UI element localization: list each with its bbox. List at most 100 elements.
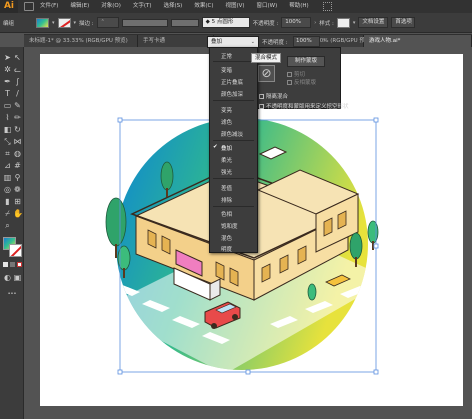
menu-window[interactable]: 窗口(W)	[251, 0, 284, 13]
mesh-icon[interactable]: #	[13, 161, 22, 170]
menu-object[interactable]: 对象(O)	[95, 0, 127, 13]
chevron-down-icon: ⌄	[250, 39, 255, 45]
scale-icon[interactable]: ⤡	[3, 137, 12, 146]
blend-option-luminosity[interactable]: 明度	[221, 245, 232, 253]
preferences-button[interactable]: 首选项	[391, 17, 416, 28]
chevron-down-icon[interactable]: ▾	[74, 20, 77, 26]
menu-effect[interactable]: 效果(C)	[188, 0, 219, 13]
blend-option-color-burn[interactable]: 颜色加深	[221, 90, 243, 98]
width-icon[interactable]: ⋈	[13, 137, 22, 146]
eyedropper-icon[interactable]: ⚲	[13, 173, 22, 182]
paintbrush-icon[interactable]: ✎	[13, 101, 22, 110]
lasso-icon[interactable]: ᓚ	[13, 65, 22, 74]
magic-wand-icon[interactable]: ✲	[3, 65, 12, 74]
isolate-blending-checkbox[interactable]: 隔离混合	[259, 92, 288, 100]
illustrator-window: Ai 文件(F) 编辑(E) 对象(O) 文字(T) 选择(S) 效果(C) 视…	[0, 0, 472, 419]
menu-bar: Ai 文件(F) 编辑(E) 对象(O) 文字(T) 选择(S) 效果(C) 视…	[0, 0, 472, 13]
color-mode-swatch[interactable]	[3, 262, 8, 267]
pen-icon[interactable]: ✒	[3, 77, 12, 86]
gradient-icon[interactable]: ▥	[3, 173, 12, 182]
tab-untitled-1[interactable]: 未标题-1* @ 33.33% (RGB/GPU 预览)	[24, 35, 138, 47]
blend-option-hue[interactable]: 色相	[221, 210, 232, 218]
none-mode-swatch[interactable]	[17, 262, 22, 267]
chevron-down-icon[interactable]: ▾	[353, 20, 356, 26]
shaper-icon[interactable]: ⌇	[3, 113, 12, 122]
direct-selection-icon[interactable]: ↖	[13, 53, 22, 62]
app-logo: Ai	[0, 0, 18, 13]
stroke-weight-field[interactable]: ⌃	[96, 17, 119, 28]
curvature-icon[interactable]: ∫	[13, 77, 22, 86]
stroke-swatch[interactable]	[57, 17, 71, 28]
document-setup-button[interactable]: 文档设置	[358, 17, 389, 28]
graph-icon[interactable]: ▮	[3, 197, 12, 206]
tab-handwritten-cartoon[interactable]: 手写卡通	[138, 35, 214, 47]
blend-option-multiply[interactable]: 正片叠底	[221, 78, 243, 86]
arrange-documents-icon[interactable]	[322, 2, 332, 11]
brush-definition-dropdown[interactable]	[170, 18, 199, 27]
workspace-icon[interactable]	[24, 2, 34, 11]
menu-edit[interactable]: 编辑(E)	[64, 0, 95, 13]
menu-select[interactable]: 选择(S)	[158, 0, 189, 13]
pencil-icon[interactable]: ✏	[13, 113, 22, 122]
blend-option-soft-light[interactable]: 柔光	[221, 156, 232, 164]
opacity-arrow-icon[interactable]: ›	[323, 37, 325, 44]
opacity-field-top[interactable]: 100%	[281, 17, 312, 28]
tools-panel: ➤ ↖ ✲ ᓚ ✒ ∫ T / ▭ ✎ ⌇ ✏ ◧ ↻ ⤡ ⋈ ⌗ ◍ ⊿ # …	[0, 47, 24, 419]
opacity-mask-knockout-checkbox[interactable]: 不透明度和蒙版用来定义挖空形状	[259, 102, 349, 110]
tab-game-character[interactable]: 游戏人物.ai*	[364, 35, 472, 47]
screen-mode-icon[interactable]: ▣	[13, 273, 22, 282]
clip-checkbox[interactable]: 剪切	[287, 70, 305, 78]
opacity-field[interactable]: 100%	[293, 36, 320, 47]
blend-option-exclusion[interactable]: 排除	[221, 196, 232, 204]
free-transform-icon[interactable]: ⌗	[3, 149, 12, 158]
menu-type[interactable]: 文字(T)	[127, 0, 158, 13]
opacity-arrow-icon[interactable]: ›	[314, 20, 316, 26]
line-icon[interactable]: /	[13, 89, 22, 98]
opacity-label: 不透明度 :	[262, 40, 288, 46]
slice-icon[interactable]: ⌿	[3, 209, 12, 218]
hand-icon[interactable]: ✋	[13, 209, 23, 218]
stroke-label: 描边 :	[79, 20, 94, 27]
chevron-down-icon[interactable]: ▾	[52, 20, 55, 26]
blend-option-normal[interactable]: 正常	[221, 52, 232, 60]
blend-icon[interactable]: ◎	[3, 185, 12, 194]
blend-option-color[interactable]: 混色	[221, 234, 232, 242]
blend-option-lighten[interactable]: 变亮	[221, 106, 232, 114]
stroke-color-box[interactable]	[9, 244, 22, 257]
graphic-style-swatch[interactable]	[336, 17, 350, 28]
blend-mode-value: 叠加	[211, 39, 223, 45]
blend-option-color-dodge[interactable]: 颜色减淡	[221, 130, 243, 138]
symbol-sprayer-icon[interactable]: ❁	[13, 185, 22, 194]
artboard-icon[interactable]: ⊞	[13, 197, 22, 206]
variable-width-profile[interactable]	[121, 18, 168, 27]
blend-option-overlay[interactable]: 叠加	[221, 144, 232, 152]
no-mask-icon: ⊘	[258, 65, 275, 82]
menu-file[interactable]: 文件(F)	[34, 0, 64, 13]
draw-mode-icon[interactable]: ◐	[3, 273, 12, 282]
invert-mask-checkbox[interactable]: 反相蒙版	[287, 78, 316, 86]
checkmark-icon: ✔	[213, 144, 218, 150]
perspective-icon[interactable]: ⊿	[3, 161, 12, 170]
rectangle-icon[interactable]: ▭	[3, 101, 12, 110]
menu-view[interactable]: 视图(V)	[219, 0, 250, 13]
gradient-mode-swatch[interactable]	[10, 262, 15, 267]
make-mask-button[interactable]: 制作蒙版	[287, 56, 325, 67]
more-tools-icon[interactable]: •••	[5, 290, 19, 299]
eraser-icon[interactable]: ◧	[3, 125, 12, 134]
menu-help[interactable]: 帮助(H)	[283, 0, 314, 13]
selection-arrow-icon[interactable]: ➤	[3, 53, 12, 62]
blend-option-screen[interactable]: 滤色	[221, 118, 232, 126]
blend-option-saturation[interactable]: 饱和度	[221, 222, 238, 230]
selection-type-label: 编组	[3, 20, 15, 27]
type-icon[interactable]: T	[3, 89, 12, 98]
blend-option-darken[interactable]: 变暗	[221, 66, 232, 74]
fill-swatch[interactable]	[36, 17, 50, 28]
menu-separator	[213, 140, 254, 141]
brush-field[interactable]: ◆ 5 点圆形	[201, 17, 250, 28]
blend-option-hard-light[interactable]: 强光	[221, 168, 232, 176]
blend-option-difference[interactable]: 差值	[221, 184, 232, 192]
rotate-icon[interactable]: ↻	[13, 125, 22, 134]
menu-separator	[213, 100, 254, 101]
zoom-icon[interactable]: ⌕	[3, 221, 12, 230]
shape-builder-icon[interactable]: ◍	[13, 149, 22, 158]
